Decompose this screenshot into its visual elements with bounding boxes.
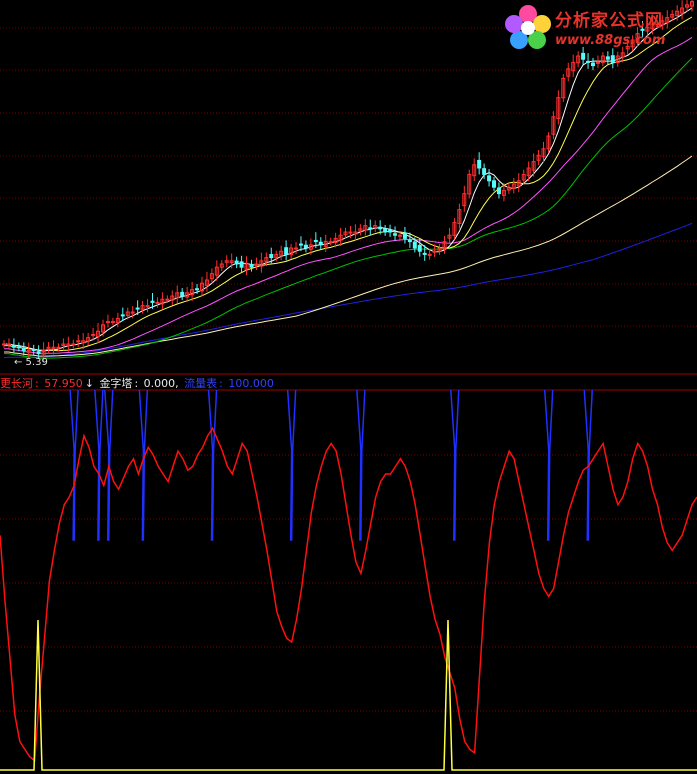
candle-body: [16, 346, 21, 349]
ma10-line: [4, 16, 693, 352]
flow-spike: [69, 389, 79, 541]
candle-body: [595, 61, 600, 64]
ma30-line: [4, 57, 693, 359]
candle-body: [31, 349, 36, 352]
candle-body: [110, 321, 115, 324]
candle-body: [397, 234, 402, 237]
candle-body: [254, 263, 259, 266]
candle-body: [378, 226, 383, 230]
candle-body: [249, 263, 254, 268]
candle-body: [150, 300, 155, 303]
legend-river-arrow: ↓: [84, 377, 94, 390]
logo-site-name: 分析家公式网: [555, 11, 663, 31]
indicator-legend: 更长河: 57.950 ↓ 金字塔: 0.000, 流量表: 100.000: [0, 377, 274, 390]
candle-body: [591, 62, 596, 67]
candle-body: [120, 314, 125, 317]
legend-pyramid-label: 金字塔: [99, 377, 133, 390]
flow-spike: [207, 389, 218, 541]
candle-body: [328, 241, 333, 244]
candle-body: [313, 239, 318, 243]
candle-body: [477, 159, 482, 169]
candle-body: [417, 244, 422, 252]
candle-body: [180, 291, 185, 297]
candle-body: [2, 343, 6, 346]
candle-body: [487, 175, 492, 182]
candle-body: [368, 227, 373, 230]
candle-body: [234, 260, 239, 265]
candle-body: [91, 333, 96, 336]
candle-body: [427, 253, 432, 256]
moving-average-lines: [3, 7, 693, 359]
min-price-label: ← 5.39: [14, 357, 48, 368]
candle-body: [284, 247, 289, 255]
candle-body: [11, 345, 16, 348]
candle-body: [407, 239, 412, 243]
ma20-line: [4, 36, 693, 354]
candle-body: [482, 168, 487, 175]
candle-body: [105, 321, 110, 324]
candle-body: [155, 301, 160, 304]
candle-body: [21, 347, 26, 351]
candle-body: [303, 244, 308, 249]
flow-spike: [356, 389, 366, 541]
indicator-panel: [0, 389, 697, 771]
legend-river-label: 更长河: [0, 377, 33, 390]
flow-spike: [450, 389, 460, 541]
candle-body: [393, 233, 398, 236]
legend-river-value: 57.950: [44, 377, 83, 390]
legend-pyramid-value: 0.000,: [143, 377, 179, 390]
candle-body: [432, 250, 437, 253]
logo-site-url: www.88gs.com: [555, 33, 666, 48]
candle-body: [581, 52, 586, 60]
candle-body: [135, 307, 140, 310]
candle-body: [298, 243, 303, 246]
candle-body: [586, 60, 591, 63]
candle-body: [383, 228, 388, 233]
candle-body: [269, 254, 274, 259]
flow-spike: [543, 389, 554, 541]
candle-body: [195, 288, 200, 291]
grid-lines: [0, 27, 697, 712]
candlesticks: [2, 0, 694, 363]
flow-spike: [94, 389, 104, 541]
flow-spike: [286, 389, 297, 541]
candle-body: [422, 252, 427, 255]
pyramid-line: [0, 619, 697, 771]
ma120-line: [3, 222, 693, 359]
candle-body: [318, 241, 323, 246]
candle-body: [6, 343, 11, 346]
candle-body: [239, 261, 244, 268]
candle-body: [388, 229, 393, 233]
candle-body: [496, 187, 501, 195]
candle-body: [610, 55, 615, 63]
legend-flow-value: 100.000: [228, 377, 274, 390]
candle-body: [71, 343, 76, 346]
legend-flow-label: 流量表: [184, 377, 218, 390]
candle-body: [492, 180, 497, 188]
candle-body: [56, 346, 61, 349]
candle-body: [412, 241, 417, 249]
candle-body: [402, 232, 407, 239]
candle-body: [605, 56, 610, 60]
flower-logo-icon: [505, 5, 551, 49]
candle-body: [165, 298, 170, 301]
flow-spike: [138, 389, 149, 541]
candle-body: [36, 351, 41, 355]
